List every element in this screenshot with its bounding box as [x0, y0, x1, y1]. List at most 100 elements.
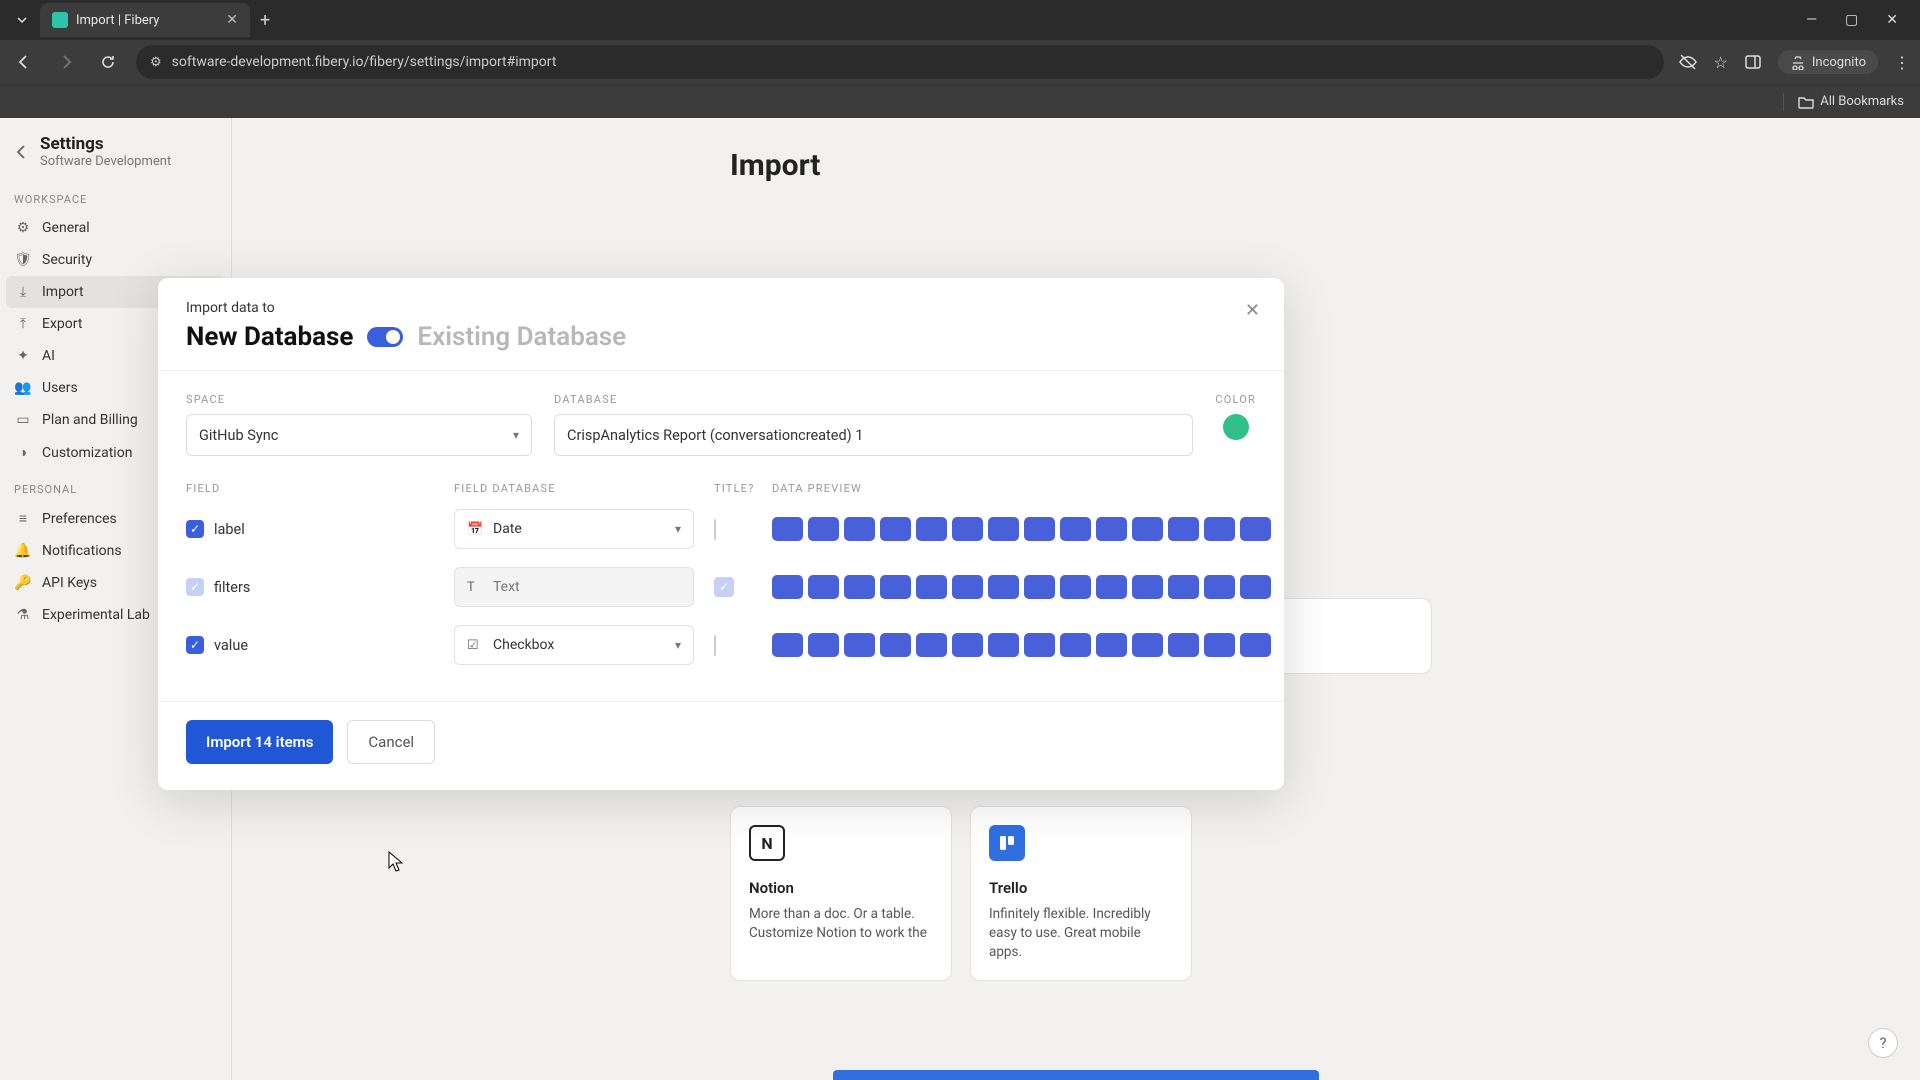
preview-pill: [1060, 517, 1091, 541]
url-bar[interactable]: ⚙ software-development.fibery.io/fibery/…: [136, 45, 1664, 79]
sidebar-item-label: Notifications: [42, 543, 122, 559]
section-workspace-label: WORKSPACE: [0, 179, 231, 212]
field-include-checkbox[interactable]: ✓: [186, 578, 204, 596]
preview-pill: [952, 575, 983, 599]
kebab-menu-icon[interactable]: ⋮: [1894, 53, 1910, 72]
new-tab-button[interactable]: +: [260, 10, 270, 31]
import-card-notion[interactable]: N Notion More than a doc. Or a table. Cu…: [730, 806, 952, 981]
minimize-icon[interactable]: —: [1806, 12, 1817, 28]
color-swatch[interactable]: [1223, 414, 1249, 440]
incognito-icon: [1790, 54, 1806, 70]
import-modal: Import data to New Database Existing Dat…: [158, 278, 1284, 790]
close-tab-icon[interactable]: ✕: [226, 12, 238, 28]
all-bookmarks-button[interactable]: All Bookmarks: [1798, 94, 1904, 109]
title-cell: ✓: [714, 577, 772, 597]
field-header: FIELD: [186, 482, 454, 495]
nav-back-icon[interactable]: [10, 48, 38, 76]
field-name-label: filters: [214, 579, 250, 596]
title-radio[interactable]: ✓: [714, 577, 734, 597]
field-type-label: Text: [493, 579, 520, 595]
site-settings-icon[interactable]: ⚙: [150, 55, 162, 70]
sidebar-item-general[interactable]: ⚙General: [0, 212, 231, 244]
preview-pill: [1096, 575, 1127, 599]
option-new-database[interactable]: New Database: [186, 322, 353, 352]
preview-pill: [808, 633, 839, 657]
modal-close-icon[interactable]: ✕: [1245, 300, 1260, 321]
sidebar-item-label: Plan and Billing: [42, 412, 138, 428]
field-row: ✓ filters T Text ✓: [186, 567, 1256, 607]
bookmarks-divider: [1783, 93, 1784, 111]
import-button[interactable]: Import 14 items: [186, 720, 333, 764]
preview-pill: [1240, 517, 1271, 541]
field-type-select[interactable]: 📅 Date ▾: [454, 509, 694, 549]
sidebar-header: Settings Software Development: [0, 128, 231, 179]
app-root: Settings Software Development WORKSPACE …: [0, 118, 1920, 1080]
preview-pill: [988, 575, 1019, 599]
field-type-label: Checkbox: [493, 637, 554, 653]
preview-pill: [952, 633, 983, 657]
fields-grid: FIELD FIELD DATABASE TITLE? DATA PREVIEW…: [186, 482, 1256, 665]
browser-tab[interactable]: Import | Fibery ✕: [40, 3, 250, 37]
maximize-icon[interactable]: ▢: [1845, 12, 1858, 28]
preview-pill: [1060, 575, 1091, 599]
star-icon[interactable]: ☆: [1714, 53, 1728, 72]
modal-body: SPACE GitHub Sync ▾ DATABASE CrispAnalyt…: [158, 371, 1284, 701]
field-include-checkbox[interactable]: ✓: [186, 520, 204, 538]
field-include-checkbox[interactable]: ✓: [186, 636, 204, 654]
cancel-button[interactable]: Cancel: [347, 720, 435, 764]
browser-chrome: Import | Fibery ✕ + — ▢ ✕ ⚙ software-dev…: [0, 0, 1920, 118]
sparkle-icon: ✦: [14, 348, 32, 364]
preview-pill: [772, 517, 803, 541]
import-card-trello[interactable]: Trello Infinitely flexible. Incredibly e…: [970, 806, 1192, 981]
close-window-icon[interactable]: ✕: [1886, 12, 1898, 28]
chevron-down-icon: ▾: [675, 522, 681, 536]
sidebar-item-security[interactable]: 🛡Security: [0, 244, 231, 276]
data-preview-pills: [772, 633, 1271, 657]
fields-header-row: FIELD FIELD DATABASE TITLE? DATA PREVIEW: [186, 482, 1256, 495]
database-input[interactable]: CrispAnalytics Report (conversationcreat…: [554, 414, 1193, 456]
preview-pill: [808, 575, 839, 599]
eye-off-icon[interactable]: [1678, 52, 1698, 72]
preview-pill: [1168, 575, 1199, 599]
field-type-icon: T: [467, 580, 483, 595]
field-name-cell: ✓value: [186, 636, 454, 654]
field-type-select[interactable]: ☑Checkbox▾: [454, 625, 694, 665]
flask-icon: ⚗: [14, 607, 32, 623]
field-type-icon: 📅: [467, 522, 483, 537]
option-existing-database[interactable]: Existing Database: [417, 322, 626, 352]
preview-pill: [1096, 633, 1127, 657]
preview-pill: [1096, 517, 1127, 541]
sidebar-item-label: Export: [42, 316, 82, 332]
settings-title: Settings: [40, 134, 171, 154]
settings-back-icon[interactable]: [14, 144, 30, 160]
sidebar-item-label: General: [42, 220, 90, 236]
preview-pill: [1132, 575, 1163, 599]
sidebar-item-label: AI: [42, 348, 55, 364]
field-type-label: Date: [493, 521, 522, 537]
help-button[interactable]: ?: [1868, 1028, 1898, 1058]
database-toggle[interactable]: [367, 327, 403, 347]
nav-forward-icon[interactable]: [52, 48, 80, 76]
download-icon: ⤓: [14, 284, 32, 300]
preview-pill: [808, 517, 839, 541]
reload-icon[interactable]: [94, 48, 122, 76]
field-type-select: T Text: [454, 567, 694, 607]
preview-pill: [1204, 517, 1235, 541]
incognito-label: Incognito: [1812, 55, 1866, 70]
preview-pill: [1240, 633, 1271, 657]
shield-icon: 🛡: [14, 252, 32, 268]
panel-icon[interactable]: [1744, 53, 1762, 71]
space-select[interactable]: GitHub Sync ▾: [186, 414, 532, 456]
field-row: ✓label📅Date▾: [186, 509, 1256, 549]
preview-pill: [1132, 633, 1163, 657]
sidebar-item-label: Users: [42, 380, 78, 396]
space-label: SPACE: [186, 393, 532, 406]
database-label: DATABASE: [554, 393, 1193, 406]
title-radio[interactable]: [714, 519, 716, 540]
bell-icon: 🔔: [14, 543, 32, 559]
sliders-icon: ≡: [14, 510, 32, 527]
title-radio[interactable]: [714, 635, 716, 656]
incognito-chip[interactable]: Incognito: [1778, 50, 1878, 74]
preview-pill: [1204, 633, 1235, 657]
tab-list-chevron-icon[interactable]: [8, 6, 36, 34]
